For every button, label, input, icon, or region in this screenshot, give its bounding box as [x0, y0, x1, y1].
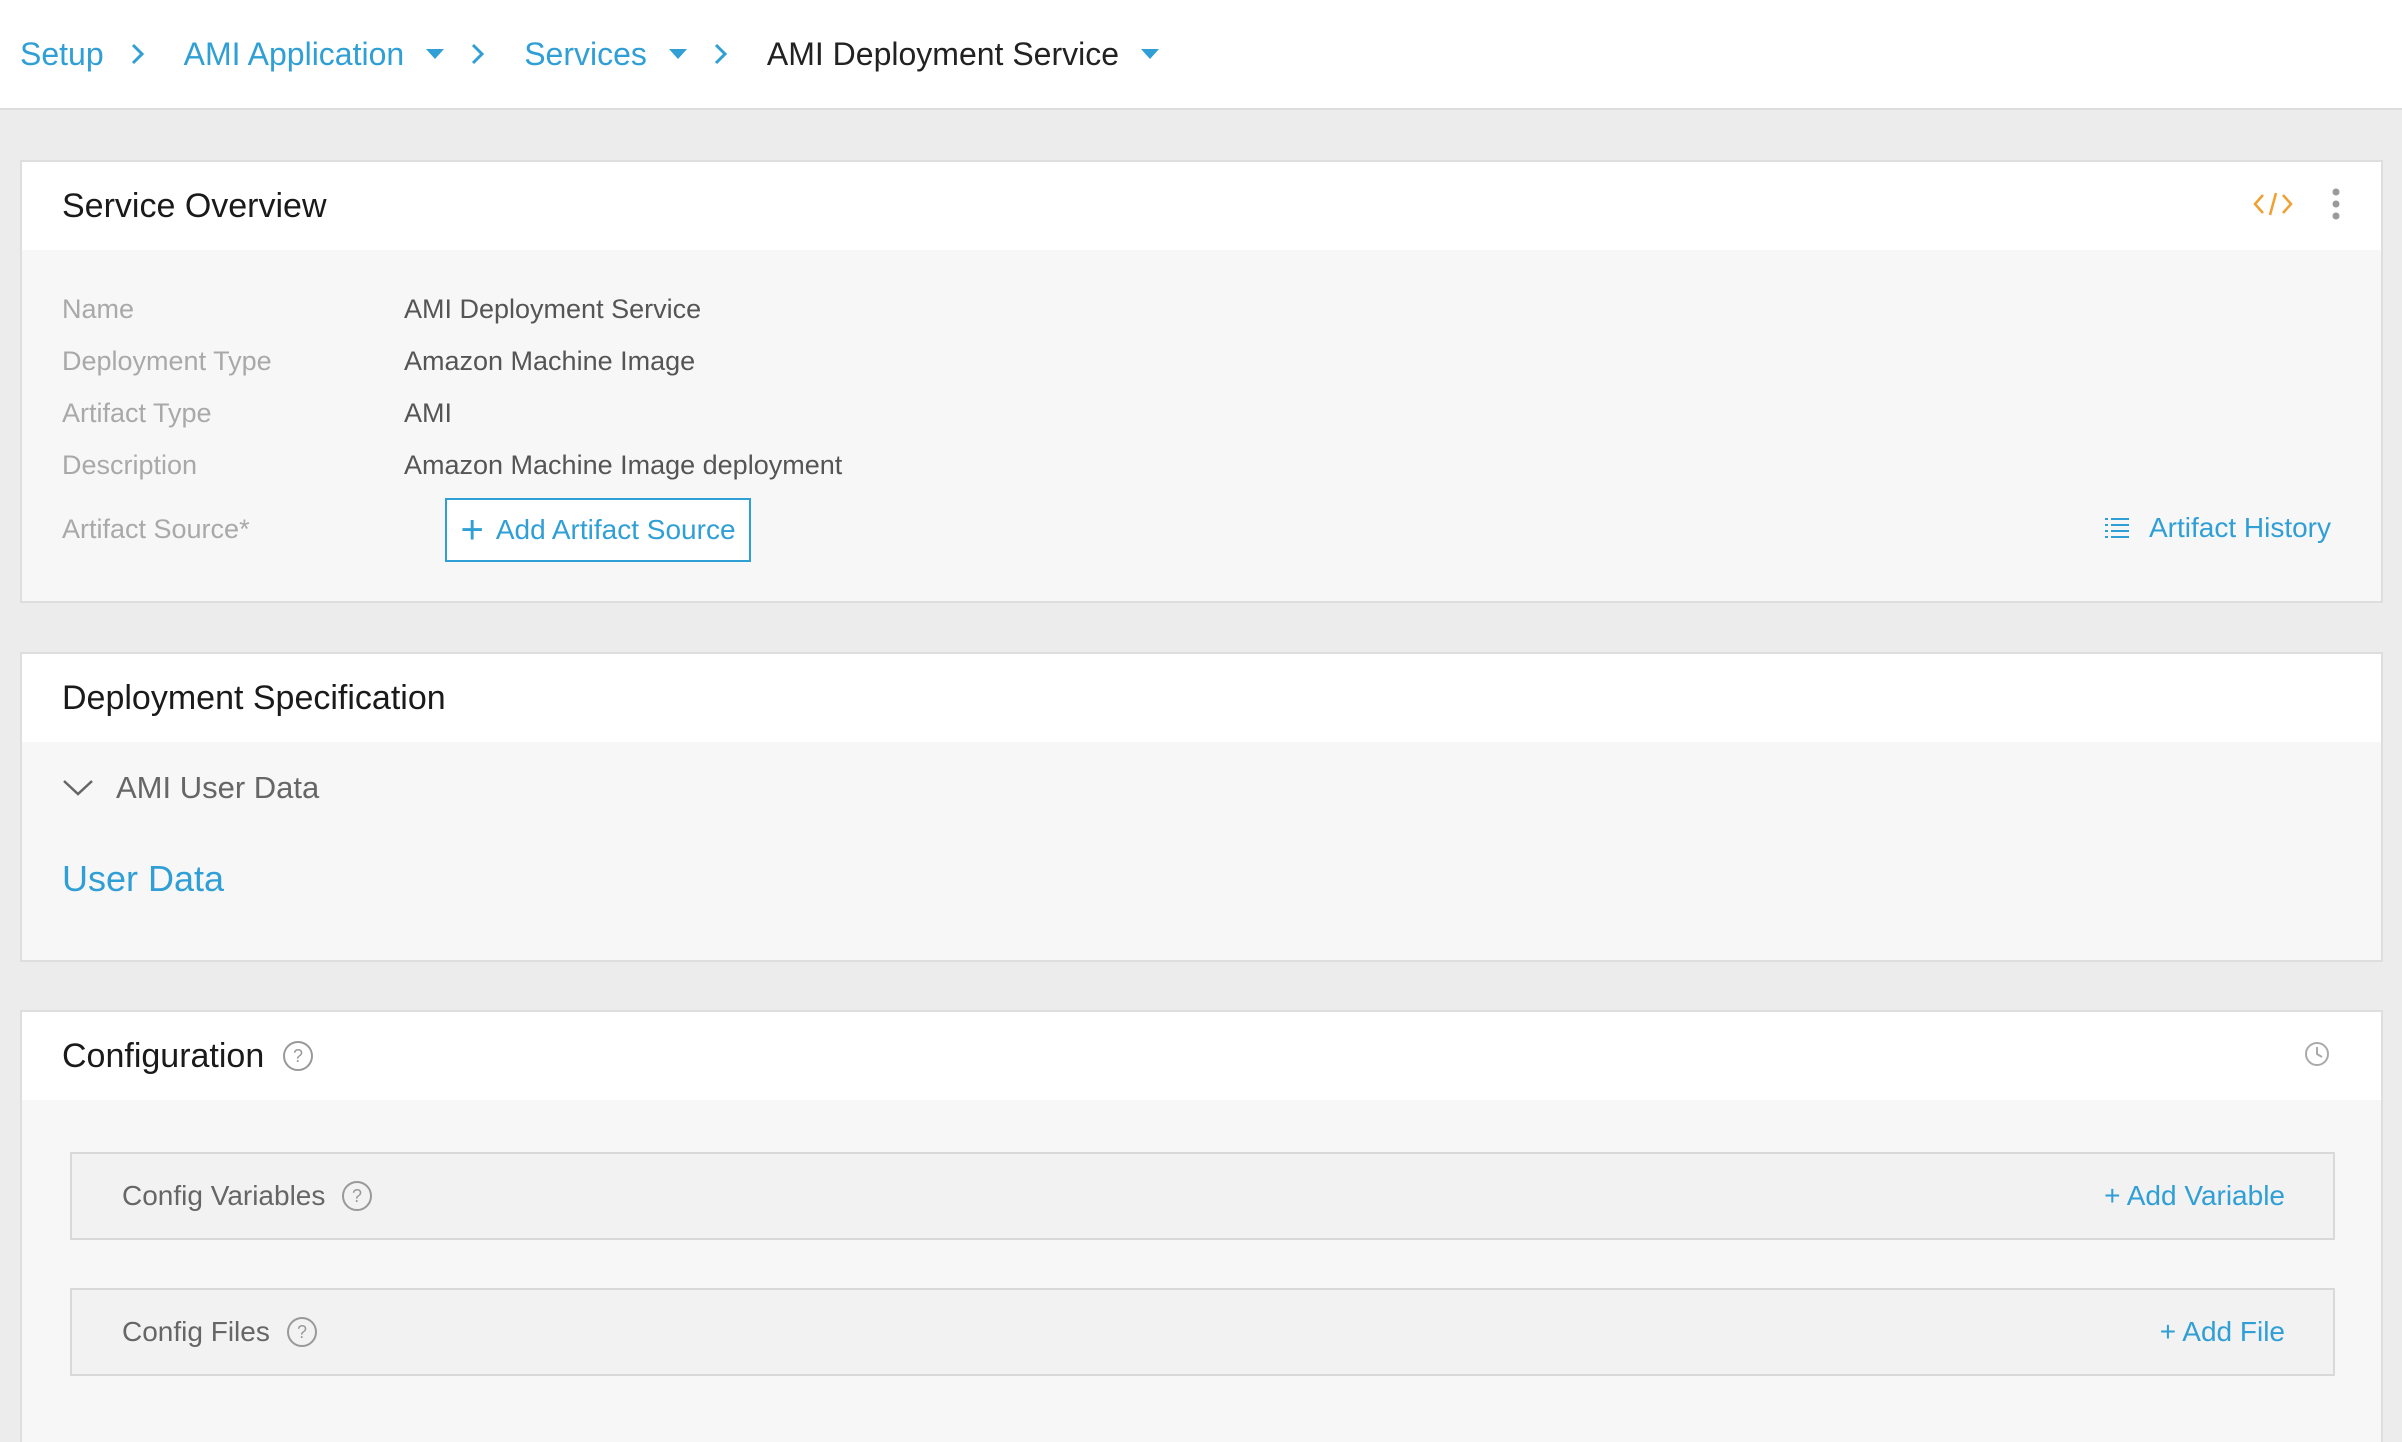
field-label: Deployment Type: [62, 346, 272, 376]
service-overview-header: Service Overview: [22, 162, 2381, 250]
configuration-card: Configuration ? Config Variables ? + Add…: [20, 1010, 2383, 1442]
config-files-label: Config Files: [122, 1316, 270, 1347]
svg-text:?: ?: [297, 1322, 307, 1342]
caret-down-icon[interactable]: [1141, 49, 1160, 59]
breadcrumb-setup[interactable]: Setup: [20, 36, 104, 73]
configuration-title: Configuration: [62, 1036, 265, 1075]
caret-down-icon[interactable]: [426, 49, 445, 59]
breadcrumb: Setup AMI Application Services AMI Deplo…: [0, 0, 2402, 110]
deployment-spec-header: Deployment Specification: [22, 654, 2381, 742]
breadcrumb-application[interactable]: AMI Application: [184, 36, 405, 73]
chevron-right-icon: [470, 42, 486, 66]
field-label: Name: [62, 294, 135, 324]
chevron-right-icon: [713, 42, 729, 66]
artifact-history-label: Artifact History: [2148, 512, 2331, 543]
add-artifact-source-button[interactable]: + Add Artifact Source: [445, 498, 751, 562]
field-value: AMI: [404, 398, 453, 428]
chevron-down-icon: [62, 779, 94, 797]
field-value: Amazon Machine Image deployment: [404, 450, 843, 480]
add-file-button[interactable]: + Add File: [2160, 1316, 2285, 1348]
list-icon: [2104, 517, 2129, 539]
help-icon[interactable]: ?: [341, 1180, 373, 1212]
svg-text:?: ?: [352, 1186, 362, 1206]
service-overview-card: Service Overview Name AMI Deployment Ser…: [20, 160, 2383, 603]
help-icon[interactable]: ?: [282, 1040, 314, 1072]
svg-text:?: ?: [293, 1046, 303, 1066]
config-files-panel: Config Files ? + Add File: [70, 1288, 2335, 1376]
user-data-link[interactable]: User Data: [62, 858, 224, 900]
breadcrumb-current: AMI Deployment Service: [766, 35, 1120, 72]
code-yaml-icon[interactable]: [2253, 190, 2293, 223]
chevron-right-icon: [130, 42, 146, 66]
add-artifact-source-label: Add Artifact Source: [495, 514, 736, 545]
artifact-history-link[interactable]: Artifact History: [2104, 512, 2331, 544]
plus-icon: +: [460, 508, 484, 552]
caret-down-icon[interactable]: [668, 49, 687, 59]
help-icon[interactable]: ?: [286, 1316, 318, 1348]
config-variables-label: Config Variables: [122, 1180, 326, 1211]
deployment-spec-card: Deployment Specification AMI User Data U…: [20, 652, 2383, 962]
add-variable-button[interactable]: + Add Variable: [2104, 1180, 2285, 1212]
field-value: AMI Deployment Service: [404, 294, 702, 324]
config-variables-panel: Config Variables ? + Add Variable: [70, 1152, 2335, 1240]
field-label: Description: [62, 450, 198, 480]
deployment-spec-title: Deployment Specification: [62, 678, 446, 717]
breadcrumb-services[interactable]: Services: [524, 36, 647, 73]
history-icon[interactable]: [2303, 1040, 2331, 1073]
field-label: Artifact Type: [62, 398, 212, 428]
ami-user-data-toggle[interactable]: AMI User Data: [62, 770, 319, 806]
more-vertical-icon[interactable]: [2331, 188, 2341, 225]
field-label: Artifact Source*: [62, 514, 250, 544]
field-value: Amazon Machine Image: [404, 346, 696, 376]
configuration-header: Configuration ?: [22, 1012, 2381, 1100]
ami-user-data-label: AMI User Data: [116, 770, 320, 805]
service-overview-title: Service Overview: [62, 186, 327, 225]
